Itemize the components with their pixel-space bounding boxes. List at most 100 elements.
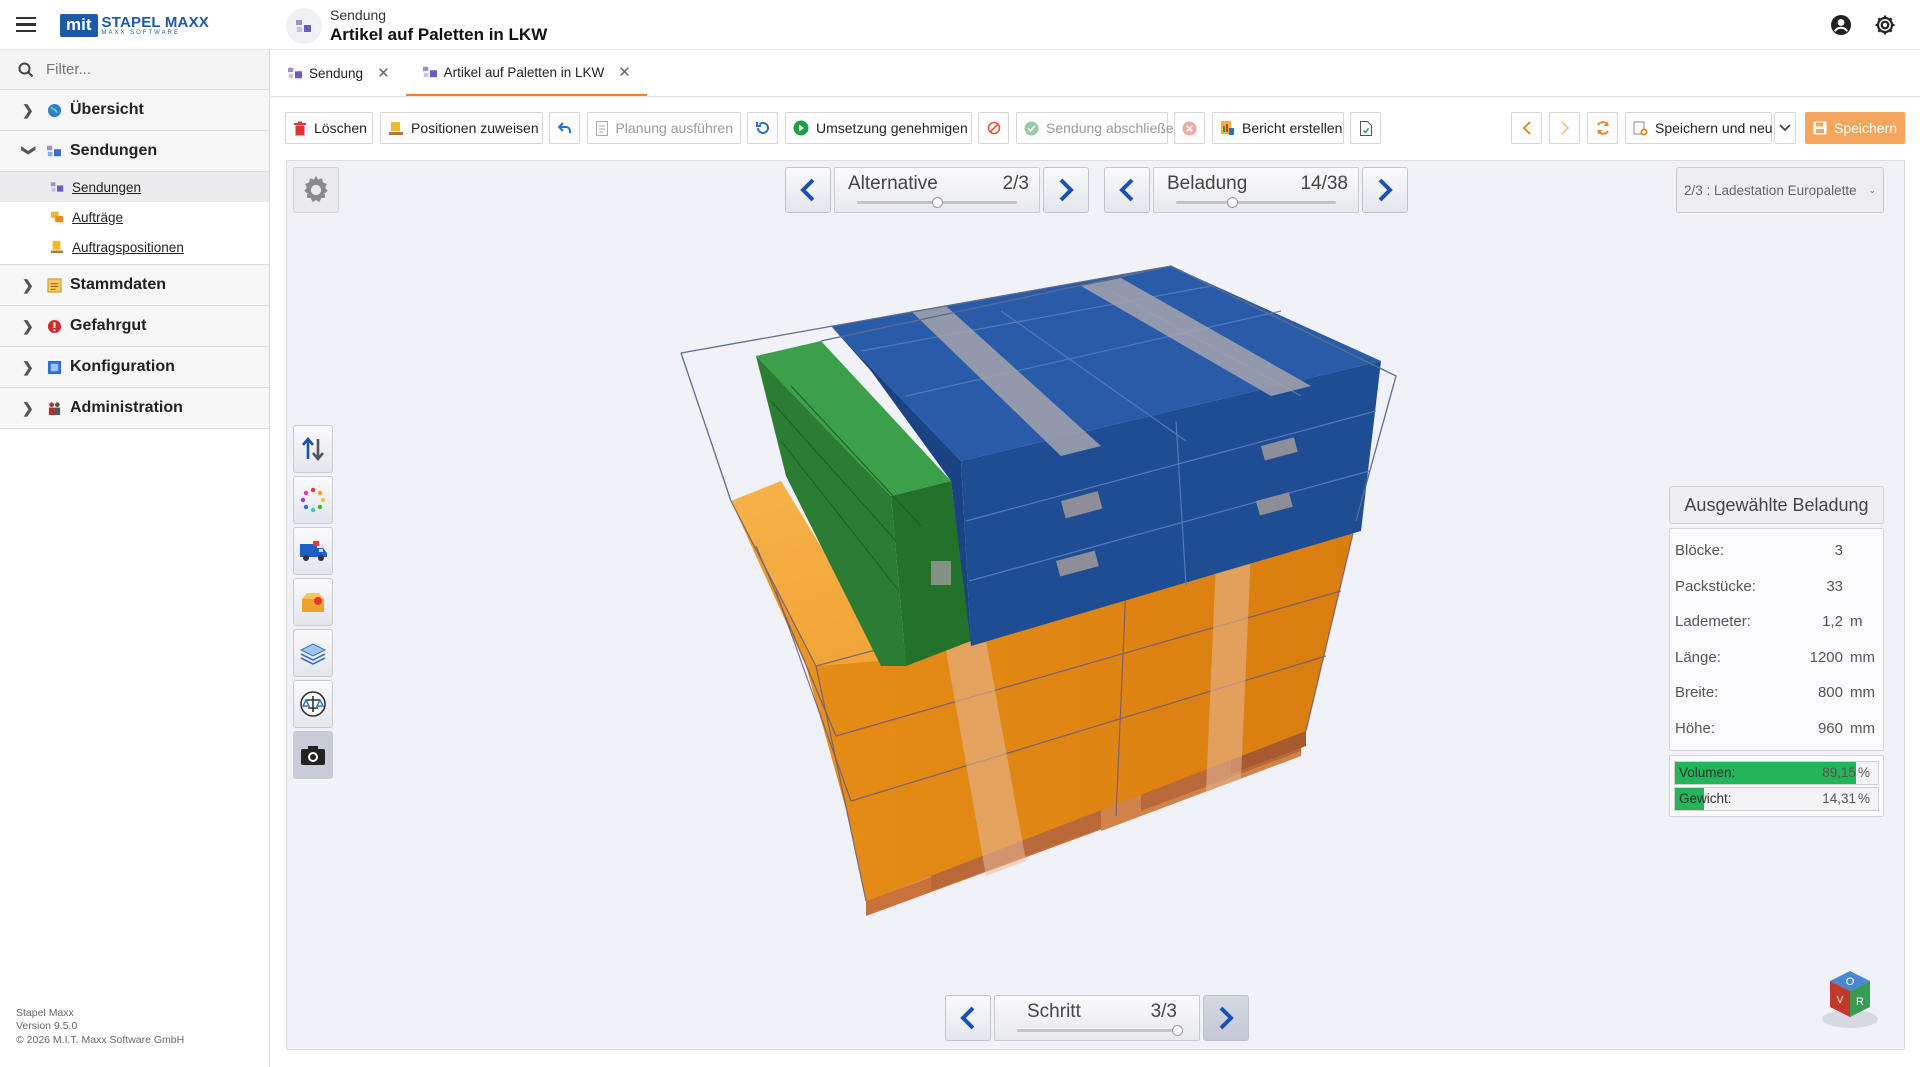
delete-button[interactable]: Löschen xyxy=(285,112,373,144)
shipments-icon xyxy=(50,182,64,192)
cube-face-label: R xyxy=(1856,996,1864,1008)
account-icon[interactable] xyxy=(1829,13,1853,37)
sidebar-item-stammdaten[interactable]: ❯ Stammdaten xyxy=(0,265,269,306)
utilization-bars: Volumen: 89,15% Gewicht: 14,31% xyxy=(1669,755,1884,817)
next-record-button[interactable] xyxy=(1549,112,1580,144)
chevron-left-icon xyxy=(800,178,815,202)
screenshot-button[interactable] xyxy=(293,731,333,779)
loading-navigator: Beladung 14/38 xyxy=(1104,167,1408,213)
save-options-dropdown[interactable] xyxy=(1774,112,1796,144)
shipment-icon xyxy=(286,8,322,44)
product-name: Stapel Maxx xyxy=(16,1006,74,1019)
viewer-settings-button[interactable] xyxy=(293,167,339,213)
loading-display: Beladung 14/38 xyxy=(1153,167,1359,213)
sidebar-item-label: Administration xyxy=(70,399,183,416)
tab-artikel-auf-paletten[interactable]: Artikel auf Paletten in LKW ✕ xyxy=(405,50,647,96)
save-and-new-button[interactable]: Speichern und neu xyxy=(1625,112,1773,144)
sidebar-subitem-auftragspositionen[interactable]: Auftragspositionen xyxy=(0,232,269,262)
filter-input[interactable] xyxy=(46,61,246,78)
create-report-button[interactable]: Bericht erstellen xyxy=(1212,112,1344,144)
menu-icon[interactable] xyxy=(14,13,38,37)
weight-balance-button[interactable] xyxy=(293,680,333,728)
sidebar-item-gefahrgut[interactable]: ❯ Gefahrgut xyxy=(0,306,269,347)
bar-value: 89,15 xyxy=(1822,765,1856,780)
settings-gear-icon[interactable] xyxy=(1873,13,1897,37)
truck-view-button[interactable] xyxy=(293,527,333,575)
stat-unit: mm xyxy=(1850,648,1875,666)
sidebar-item-label: Gefahrgut xyxy=(70,317,147,334)
close-icon[interactable]: ✕ xyxy=(377,64,390,82)
alternative-select[interactable]: 2/3 : Ladestation Europalette ⌄ xyxy=(1676,167,1884,213)
sidebar-item-konfiguration[interactable]: ❯ Konfiguration xyxy=(0,347,269,388)
sidebar-item-administration[interactable]: ❯ Administration xyxy=(0,388,269,429)
slider-knob[interactable] xyxy=(1227,197,1238,208)
chevron-right-icon: ❯ xyxy=(22,399,34,416)
close-shipment-button[interactable]: Sendung abschließen xyxy=(1016,112,1181,144)
loading-value: 14/38 xyxy=(1300,173,1348,194)
save-label: Speichern xyxy=(1834,120,1898,136)
package-view-button[interactable] xyxy=(293,578,333,626)
run-planning-label: Planung ausführen xyxy=(615,120,733,136)
run-planning-button[interactable]: Planung ausführen xyxy=(587,112,741,144)
stat-row-bloecke: Blöcke: 3 xyxy=(1670,533,1883,569)
save-button[interactable]: Speichern xyxy=(1805,112,1905,144)
previous-alternative-button[interactable] xyxy=(785,167,831,213)
breadcrumb[interactable]: Sendung xyxy=(330,7,547,23)
sendungen-submenu: Sendungen Aufträge Auftragspositionen xyxy=(0,172,269,265)
trash-icon xyxy=(293,120,307,136)
step-slider[interactable] xyxy=(1017,1025,1183,1036)
bar-label: Volumen: xyxy=(1679,765,1736,780)
swap-view-button[interactable] xyxy=(293,425,333,473)
approve-button[interactable]: Umsetzung genehmigen xyxy=(785,112,972,144)
loading-label: Beladung xyxy=(1167,173,1248,194)
reopen-button[interactable] xyxy=(1174,112,1205,144)
export-button[interactable] xyxy=(1350,112,1381,144)
previous-loading-button[interactable] xyxy=(1104,167,1150,213)
alternative-slider[interactable] xyxy=(857,197,1017,208)
slider-knob[interactable] xyxy=(1172,1025,1183,1036)
close-icon[interactable]: ✕ xyxy=(618,63,631,81)
app-window: mit STAPEL MAXX MAXX SOFTWARE Sendung Ar… xyxy=(0,0,1920,1067)
reset-button[interactable] xyxy=(747,112,778,144)
shipments-icon xyxy=(46,143,62,159)
sidebar-item-uebersicht[interactable]: ❯ Übersicht xyxy=(0,90,269,131)
stat-label: Packstücke: xyxy=(1675,577,1756,595)
logo-mark: mit xyxy=(60,13,98,37)
color-mode-button[interactable] xyxy=(293,476,333,524)
next-step-button[interactable] xyxy=(1203,995,1249,1041)
chevron-left-icon xyxy=(1519,120,1534,136)
layer-view-button[interactable] xyxy=(293,629,333,677)
save-and-new-label: Speichern und neu xyxy=(1655,120,1773,136)
assign-positions-button[interactable]: Positionen zuweisen xyxy=(380,112,543,144)
truck-icon xyxy=(300,541,327,561)
next-alternative-button[interactable] xyxy=(1043,167,1089,213)
subitem-label: Aufträge xyxy=(72,209,124,225)
scale-icon xyxy=(300,691,326,717)
pallet-scene[interactable] xyxy=(287,161,1904,1049)
loading-slider[interactable] xyxy=(1176,197,1336,208)
next-loading-button[interactable] xyxy=(1362,167,1408,213)
previous-step-button[interactable] xyxy=(945,995,991,1041)
load-viewer[interactable]: Alternative 2/3 Beladung 14/38 2/3 : Lad… xyxy=(286,160,1905,1050)
gear-icon xyxy=(304,176,328,202)
tab-sendung[interactable]: Sendung ✕ xyxy=(271,50,406,96)
volume-bar: Volumen: 89,15% xyxy=(1674,761,1879,785)
layers-icon xyxy=(299,643,327,665)
cancel-approval-button[interactable] xyxy=(978,112,1009,144)
step-value: 3/3 xyxy=(1150,1001,1177,1022)
admin-icon xyxy=(46,400,62,416)
orientation-cube[interactable]: O R V xyxy=(1814,959,1886,1031)
undo-button[interactable] xyxy=(549,112,580,144)
previous-record-button[interactable] xyxy=(1511,112,1542,144)
slider-knob[interactable] xyxy=(932,197,943,208)
sidebar-item-sendungen[interactable]: ❯ Sendungen xyxy=(0,131,269,172)
chevron-down-icon: ⌄ xyxy=(1868,184,1876,195)
sidebar-subitem-sendungen[interactable]: Sendungen xyxy=(0,172,269,202)
chevron-right-icon: ❯ xyxy=(22,101,34,118)
shipments-icon xyxy=(288,67,302,79)
shipments-icon xyxy=(422,66,437,78)
sidebar-item-label: Sendungen xyxy=(70,142,158,159)
refresh-button[interactable] xyxy=(1587,112,1618,144)
sidebar-subitem-auftraege[interactable]: Aufträge xyxy=(0,202,269,232)
app-logo[interactable]: mit STAPEL MAXX MAXX SOFTWARE xyxy=(60,12,209,38)
